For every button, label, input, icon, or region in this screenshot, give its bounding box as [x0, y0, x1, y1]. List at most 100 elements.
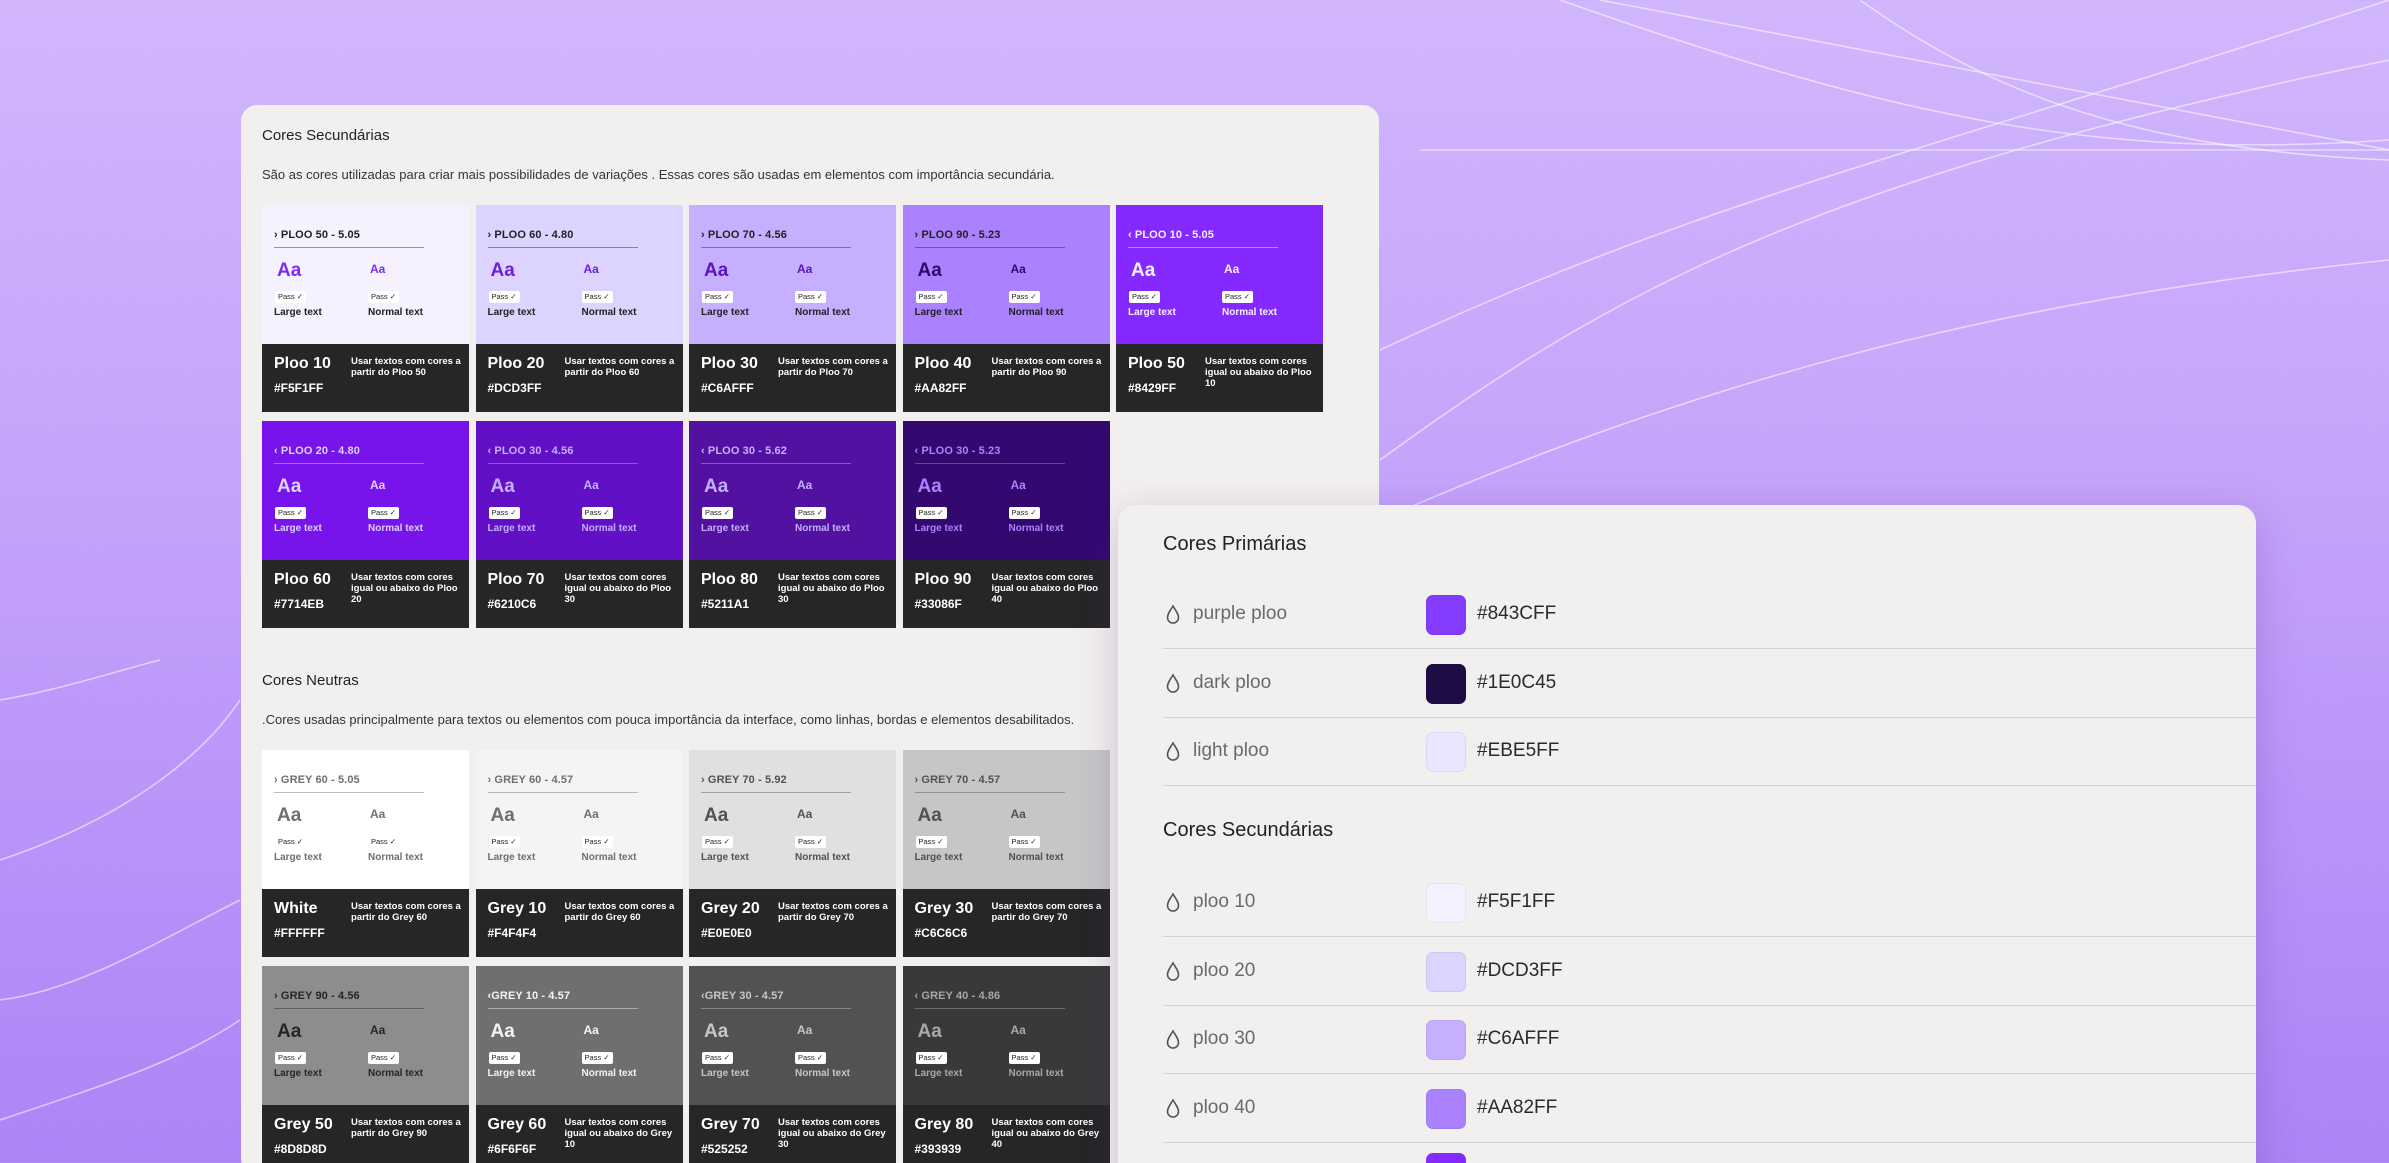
divider [914, 1008, 1065, 1009]
large-text-label: Large text [701, 1068, 749, 1079]
sample-normal: Aa [370, 1023, 386, 1037]
swatch-preview: › GREY 60 - 4.57 Aa Aa Pass ✓ Pass ✓ Large te… [475, 750, 683, 889]
token-hex: #F5F1FF [1477, 891, 1556, 912]
swatch-name: Grey 70 [701, 1116, 760, 1133]
sample-normal: Aa [797, 262, 813, 276]
swatch-preview: › PLOO 90 - 5.23 Aa Aa Pass ✓ Pass ✓ Large te… [902, 205, 1110, 344]
swatch-name: Grey 80 [914, 1116, 974, 1133]
color-token-row: ploo 10 #F5F1FF [1163, 869, 2256, 937]
primary-colors-title: Cores Primárias [1163, 533, 1307, 555]
contrast-ratio: › GREY 60 - 5.05 [274, 774, 360, 786]
contrast-ratio: › GREY 60 - 4.57 [487, 774, 574, 786]
normal-text-label: Normal text [1008, 523, 1064, 534]
color-token-row: ploo 40 #AA82FF [1163, 1075, 2256, 1143]
swatch-hex: #C6C6C6 [914, 926, 968, 940]
swatch-info: Grey 10 #F4F4F4 Usar textos com cores a pa… [475, 889, 683, 957]
pass-badge: Pass ✓ [1008, 836, 1040, 848]
swatch-usage: Usar textos com cores a partir do Grey 6… [564, 901, 675, 923]
normal-text-label: Normal text [368, 523, 424, 534]
drop-icon [1163, 672, 1183, 696]
large-text-label: Large text [487, 852, 536, 863]
sample-large: Aa [917, 476, 942, 497]
swatch-preview: › GREY 70 - 5.92 Aa Aa Pass ✓ Pass ✓ Large te… [689, 750, 896, 889]
swatch-name: Ploo 90 [914, 571, 972, 588]
swatch-usage: Usar textos com cores a partir do Ploo 7… [778, 356, 888, 378]
contrast-ratio: › PLOO 50 - 5.05 [274, 229, 360, 241]
sample-normal: Aa [370, 262, 386, 276]
swatch-info: Grey 50 #8D8D8D Usar textos com cores a pa… [262, 1105, 469, 1163]
swatch-preview: ‹GREY 10 - 4.57 Aa Aa Pass ✓ Pass ✓ Large tex… [475, 966, 683, 1105]
sample-normal: Aa [583, 478, 599, 492]
color-swatch-card: ‹ PLOO 20 - 4.80 Aa Aa Pass ✓ Pass ✓ Large te… [262, 421, 469, 628]
pass-badge: Pass ✓ [795, 836, 827, 848]
divider [1128, 247, 1278, 248]
large-text-label: Large text [487, 1068, 536, 1079]
swatch-hex: #393939 [914, 1142, 962, 1156]
swatch-info: Ploo 30 #C6AFFF Usar textos com cores a pa… [689, 344, 896, 412]
normal-text-label: Normal text [795, 523, 851, 534]
pass-badge: Pass ✓ [795, 1052, 827, 1064]
color-swatch-card: › GREY 60 - 5.05 Aa Aa Pass ✓ Pass ✓ Large te… [262, 750, 469, 957]
normal-text-label: Normal text [795, 307, 851, 318]
color-token-row: dark ploo #1E0C45 [1163, 650, 2256, 718]
large-text-label: Large text [274, 1068, 322, 1079]
pass-badge: Pass ✓ [915, 1052, 947, 1064]
sample-normal: Aa [1010, 1023, 1026, 1037]
sample-normal: Aa [370, 807, 386, 821]
secondary-colors-description: São as cores utilizadas para criar mais … [262, 167, 1055, 182]
divider [274, 247, 424, 248]
swatch-info: Grey 80 #393939 Usar textos com cores igua… [902, 1105, 1110, 1163]
swatch-preview: › GREY 90 - 4.56 Aa Aa Pass ✓ Pass ✓ Large te… [262, 966, 469, 1105]
swatch-preview: › PLOO 70 - 4.56 Aa Aa Pass ✓ Pass ✓ Large te… [689, 205, 896, 344]
color-swatch-card: ‹ PLOO 30 - 5.23 Aa Aa Pass ✓ Pass ✓ Large te… [902, 421, 1110, 628]
sample-large: Aa [490, 260, 515, 281]
pass-badge: Pass ✓ [702, 836, 734, 848]
divider [914, 792, 1065, 793]
swatch-preview: ‹ PLOO 30 - 5.23 Aa Aa Pass ✓ Pass ✓ Large te… [902, 421, 1110, 560]
swatch-hex: #33086F [914, 597, 962, 611]
swatch-usage: Usar textos com cores a partir do Grey 7… [778, 901, 888, 923]
swatch-preview: ‹ GREY 40 - 4.86 Aa Aa Pass ✓ Pass ✓ Large te… [902, 966, 1110, 1105]
token-name: light ploo [1193, 740, 1270, 761]
drop-icon [1163, 960, 1183, 984]
swatch-hex: #8D8D8D [274, 1142, 327, 1156]
pass-badge: Pass ✓ [275, 291, 307, 303]
large-text-label: Large text [274, 523, 322, 534]
normal-text-label: Normal text [795, 1068, 851, 1079]
drop-icon [1163, 603, 1183, 627]
pass-badge: Pass ✓ [1129, 291, 1161, 303]
pass-badge: Pass ✓ [795, 291, 827, 303]
pass-badge: Pass ✓ [915, 836, 947, 848]
swatch-info: Ploo 50 #8429FF Usar textos com cores igua… [1116, 344, 1323, 412]
sample-normal: Aa [583, 1023, 599, 1037]
swatch-info: Grey 60 #6F6F6F Usar textos com cores igua… [475, 1105, 683, 1163]
pass-badge: Pass ✓ [581, 507, 613, 519]
swatch-hex: #525252 [701, 1142, 748, 1156]
pass-badge: Pass ✓ [488, 507, 520, 519]
normal-text-label: Normal text [1222, 307, 1278, 318]
contrast-ratio: ‹GREY 30 - 4.57 [701, 990, 784, 1002]
color-chip [1426, 1088, 1466, 1129]
swatch-preview: › PLOO 50 - 5.05 Aa Aa Pass ✓ Pass ✓ Large te… [262, 205, 469, 344]
swatch-name: Grey 20 [701, 900, 760, 917]
swatch-info: Ploo 10 #F5F1FF Usar textos com cores a pa… [262, 344, 469, 412]
sample-large: Aa [704, 476, 729, 497]
sample-large: Aa [277, 260, 302, 281]
contrast-ratio: ‹ GREY 40 - 4.86 [914, 990, 1001, 1002]
token-hex: #AA82FF [1477, 1096, 1558, 1118]
swatch-usage: Usar textos com cores igual ou abaixo do… [991, 1117, 1100, 1150]
color-chip [1426, 1153, 1466, 1163]
large-text-label: Large text [274, 307, 322, 318]
secondary-colors-title: Cores Secundárias [262, 127, 390, 144]
swatch-name: Ploo 70 [487, 571, 545, 588]
swatch-name: Ploo 20 [487, 355, 545, 372]
normal-text-label: Normal text [1008, 1068, 1064, 1079]
swatch-info: Ploo 70 #6210C6 Usar textos com cores igua… [475, 560, 683, 628]
pass-badge: Pass ✓ [368, 1052, 400, 1064]
pass-badge: Pass ✓ [702, 507, 734, 519]
sample-large: Aa [490, 1021, 515, 1042]
normal-text-label: Normal text [581, 523, 637, 534]
swatch-hex: #E0E0E0 [701, 926, 752, 940]
pass-badge: Pass ✓ [275, 1052, 307, 1064]
swatch-hex: #F4F4F4 [487, 926, 537, 940]
